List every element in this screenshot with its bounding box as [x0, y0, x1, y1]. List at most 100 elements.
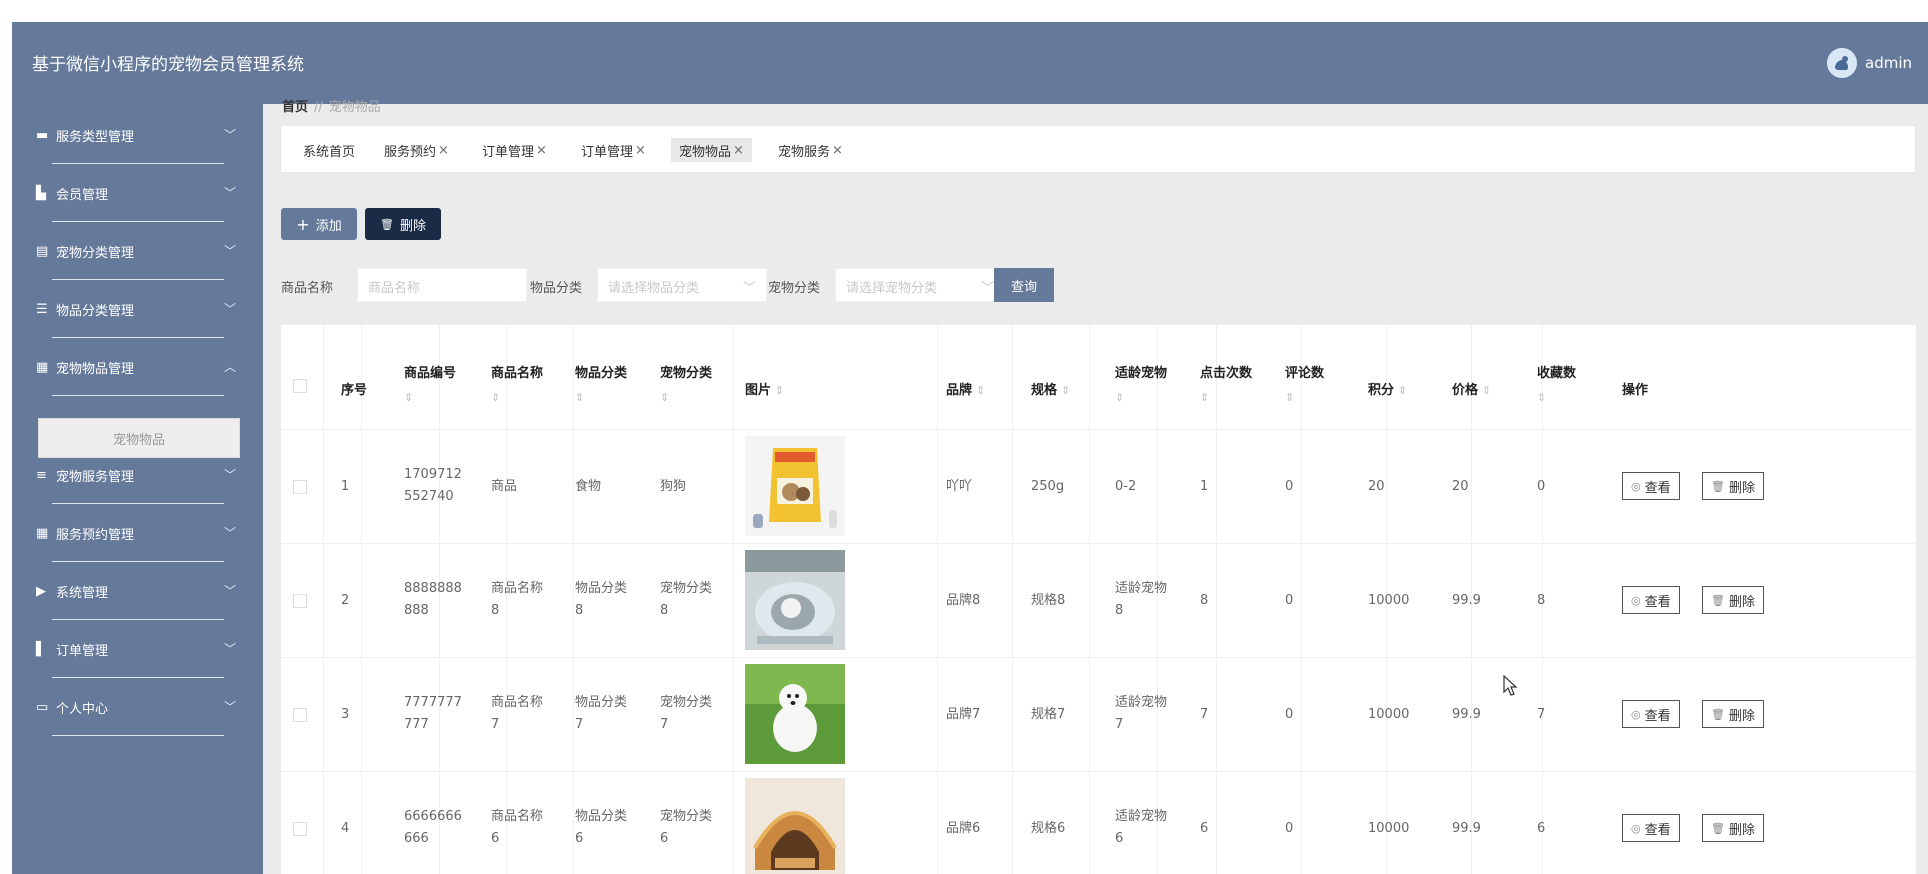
cell-spec: 规格6: [1031, 821, 1066, 836]
row-checkbox[interactable]: [293, 480, 307, 494]
sidebar: ▬ 服务类型管理 ﹀ ▙ 会员管理 ﹀ ▤ 宠物分类管理 ﹀ ☰ 物品分类管理 ﹀ ▦ 宠…: [12, 104, 263, 874]
search-name-input[interactable]: 商品名称: [357, 268, 527, 302]
sidebar-item-service-type[interactable]: ▬ 服务类型管理 ﹀: [36, 106, 248, 164]
header-pet-category[interactable]: 宠物分类 ⇕: [660, 362, 712, 404]
header-code[interactable]: 商品编号 ⇕: [404, 362, 456, 404]
tab-appointment[interactable]: 服务预约 ×: [376, 138, 457, 162]
close-icon[interactable]: ×: [438, 143, 449, 158]
header-image[interactable]: 图片 ⇕: [745, 379, 784, 398]
breadcrumb-separator: //: [314, 100, 323, 115]
header-price[interactable]: 价格 ⇕: [1452, 379, 1491, 398]
sort-icon[interactable]: ⇕: [1482, 384, 1491, 397]
table-row[interactable]: 2 8888888 888 商品名称 8 物品分类 8 宠物分类 8 品牌8 规格8 适…: [281, 544, 1916, 658]
view-button-label: 查看: [1644, 708, 1671, 724]
product-image[interactable]: [745, 778, 845, 874]
search-pet-category-select[interactable]: 请选择宠物分类 ﹀: [835, 268, 1005, 302]
sidebar-item-profile[interactable]: ▭ 个人中心 ﹀: [36, 678, 248, 736]
sort-icon[interactable]: ⇕: [775, 384, 784, 397]
mouse-cursor-icon: [1503, 675, 1518, 696]
row-checkbox[interactable]: [293, 822, 307, 836]
sort-icon[interactable]: ⇕: [1061, 384, 1070, 397]
query-button[interactable]: 查询: [994, 268, 1054, 302]
cell-clicks: 7: [1200, 707, 1209, 722]
sidebar-item-appointments[interactable]: ▦ 服务预约管理 ﹀: [36, 504, 248, 562]
header-favorites[interactable]: 收藏数 ⇕: [1537, 362, 1576, 404]
row-delete-button[interactable]: 🗑 删除: [1702, 814, 1764, 842]
tab-pet-goods[interactable]: 宠物物品 ×: [671, 138, 752, 162]
breadcrumb-home[interactable]: 首页: [282, 100, 308, 115]
table-row[interactable]: 4 6666666 666 商品名称 6 物品分类 6 宠物分类 6 品牌6 规格6 适…: [281, 772, 1916, 874]
tab-orders-2[interactable]: 订单管理 ×: [573, 138, 654, 162]
table-row[interactable]: 1 1709712 552740 商品 食物 狗狗 吖吖 250g 0-2 1 0…: [281, 430, 1916, 544]
view-button[interactable]: ◎ 查看: [1622, 814, 1680, 842]
product-image[interactable]: [745, 664, 845, 764]
sort-icon[interactable]: ⇕: [1115, 391, 1167, 404]
search-item-category-select[interactable]: 请选择物品分类 ﹀: [597, 268, 767, 302]
search-item-category-placeholder: 请选择物品分类: [608, 281, 700, 296]
table-row[interactable]: 3 7777777 777 商品名称 7 物品分类 7 宠物分类 7 品牌7 规格7 适…: [281, 658, 1916, 772]
avatar[interactable]: [1827, 48, 1857, 78]
view-button[interactable]: ◎ 查看: [1622, 586, 1680, 614]
close-icon[interactable]: ×: [733, 143, 744, 158]
sort-icon[interactable]: ⇕: [1200, 391, 1252, 404]
row-delete-label: 删除: [1728, 822, 1755, 838]
product-image[interactable]: [745, 550, 845, 650]
sort-icon[interactable]: ⇕: [491, 391, 543, 404]
user-name[interactable]: admin: [1865, 54, 1912, 72]
row-checkbox[interactable]: [293, 708, 307, 722]
close-icon[interactable]: ×: [635, 143, 646, 158]
row-checkbox[interactable]: [293, 594, 307, 608]
row-delete-button[interactable]: 🗑 删除: [1702, 700, 1764, 728]
header-age[interactable]: 适龄宠物 ⇕: [1115, 362, 1167, 404]
user-menu[interactable]: admin: [1827, 48, 1912, 78]
header-spec[interactable]: 规格 ⇕: [1031, 379, 1070, 398]
sort-icon[interactable]: ⇕: [1537, 391, 1576, 404]
header-spec-label: 规格: [1031, 383, 1058, 398]
product-image[interactable]: [745, 436, 845, 536]
cell-pet-category-line1: 宠物分类: [660, 581, 713, 596]
sort-icon[interactable]: ⇕: [976, 384, 985, 397]
view-button[interactable]: ◎ 查看: [1622, 700, 1680, 728]
header-brand[interactable]: 品牌 ⇕: [946, 379, 985, 398]
sidebar-item-pet-category[interactable]: ▤ 宠物分类管理 ﹀: [36, 222, 248, 280]
tab-orders[interactable]: 订单管理 ×: [474, 138, 555, 162]
header-name[interactable]: 商品名称 ⇕: [491, 362, 543, 404]
header-item-category[interactable]: 物品分类 ⇕: [575, 362, 627, 404]
chevron-down-icon: ﹀: [223, 186, 236, 200]
tab-home[interactable]: 系统首页: [295, 138, 363, 162]
trash-icon: 🗑: [1711, 707, 1725, 721]
header-brand-label: 品牌: [946, 383, 973, 398]
sidebar-item-system[interactable]: ▶ 系统管理 ﹀: [36, 562, 248, 620]
delete-button[interactable]: 🗑 删除: [365, 208, 441, 240]
row-delete-button[interactable]: 🗑 删除: [1702, 586, 1764, 614]
sidebar-item-pet-goods[interactable]: ▦ 宠物物品管理 ︿: [36, 338, 248, 396]
sort-icon[interactable]: ⇕: [1398, 384, 1407, 397]
header-comments[interactable]: 评论数 ⇕: [1285, 362, 1324, 404]
sort-icon[interactable]: ⇕: [404, 391, 456, 404]
tab-pet-service[interactable]: 宠物服务 ×: [770, 138, 851, 162]
sidebar-item-members[interactable]: ▙ 会员管理 ﹀: [36, 164, 248, 222]
sort-icon[interactable]: ⇕: [1285, 391, 1324, 404]
cell-price: 99.9: [1452, 593, 1481, 608]
cell-pet-category: 宠物分类 6: [660, 806, 712, 850]
chevron-down-icon: ﹀: [742, 281, 756, 296]
row-delete-button[interactable]: 🗑 删除: [1702, 472, 1764, 500]
header-clicks[interactable]: 点击次数 ⇕: [1200, 362, 1252, 404]
search-pet-category-placeholder: 请选择宠物分类: [846, 281, 938, 296]
cell-brand: 吖吖: [946, 479, 973, 494]
close-icon[interactable]: ×: [536, 143, 547, 158]
select-all-checkbox[interactable]: [293, 379, 307, 393]
cell-pet-category-line1: 宠物分类: [660, 695, 713, 710]
close-icon[interactable]: ×: [832, 143, 843, 158]
sidebar-item-pet-service[interactable]: ≡ 宠物服务管理 ﹀: [36, 446, 248, 504]
cell-pet-category: 狗狗: [660, 479, 687, 494]
cell-code: 6666666 666: [404, 806, 462, 850]
sidebar-item-orders[interactable]: ▌ 订单管理 ﹀: [36, 620, 248, 678]
sort-icon[interactable]: ⇕: [660, 391, 712, 404]
add-button[interactable]: + 添加: [281, 208, 357, 240]
sort-icon[interactable]: ⇕: [575, 391, 627, 404]
delete-button-label: 删除: [399, 218, 426, 234]
view-button[interactable]: ◎ 查看: [1622, 472, 1680, 500]
sidebar-item-item-category[interactable]: ☰ 物品分类管理 ﹀: [36, 280, 248, 338]
header-points[interactable]: 积分 ⇕: [1368, 379, 1407, 398]
